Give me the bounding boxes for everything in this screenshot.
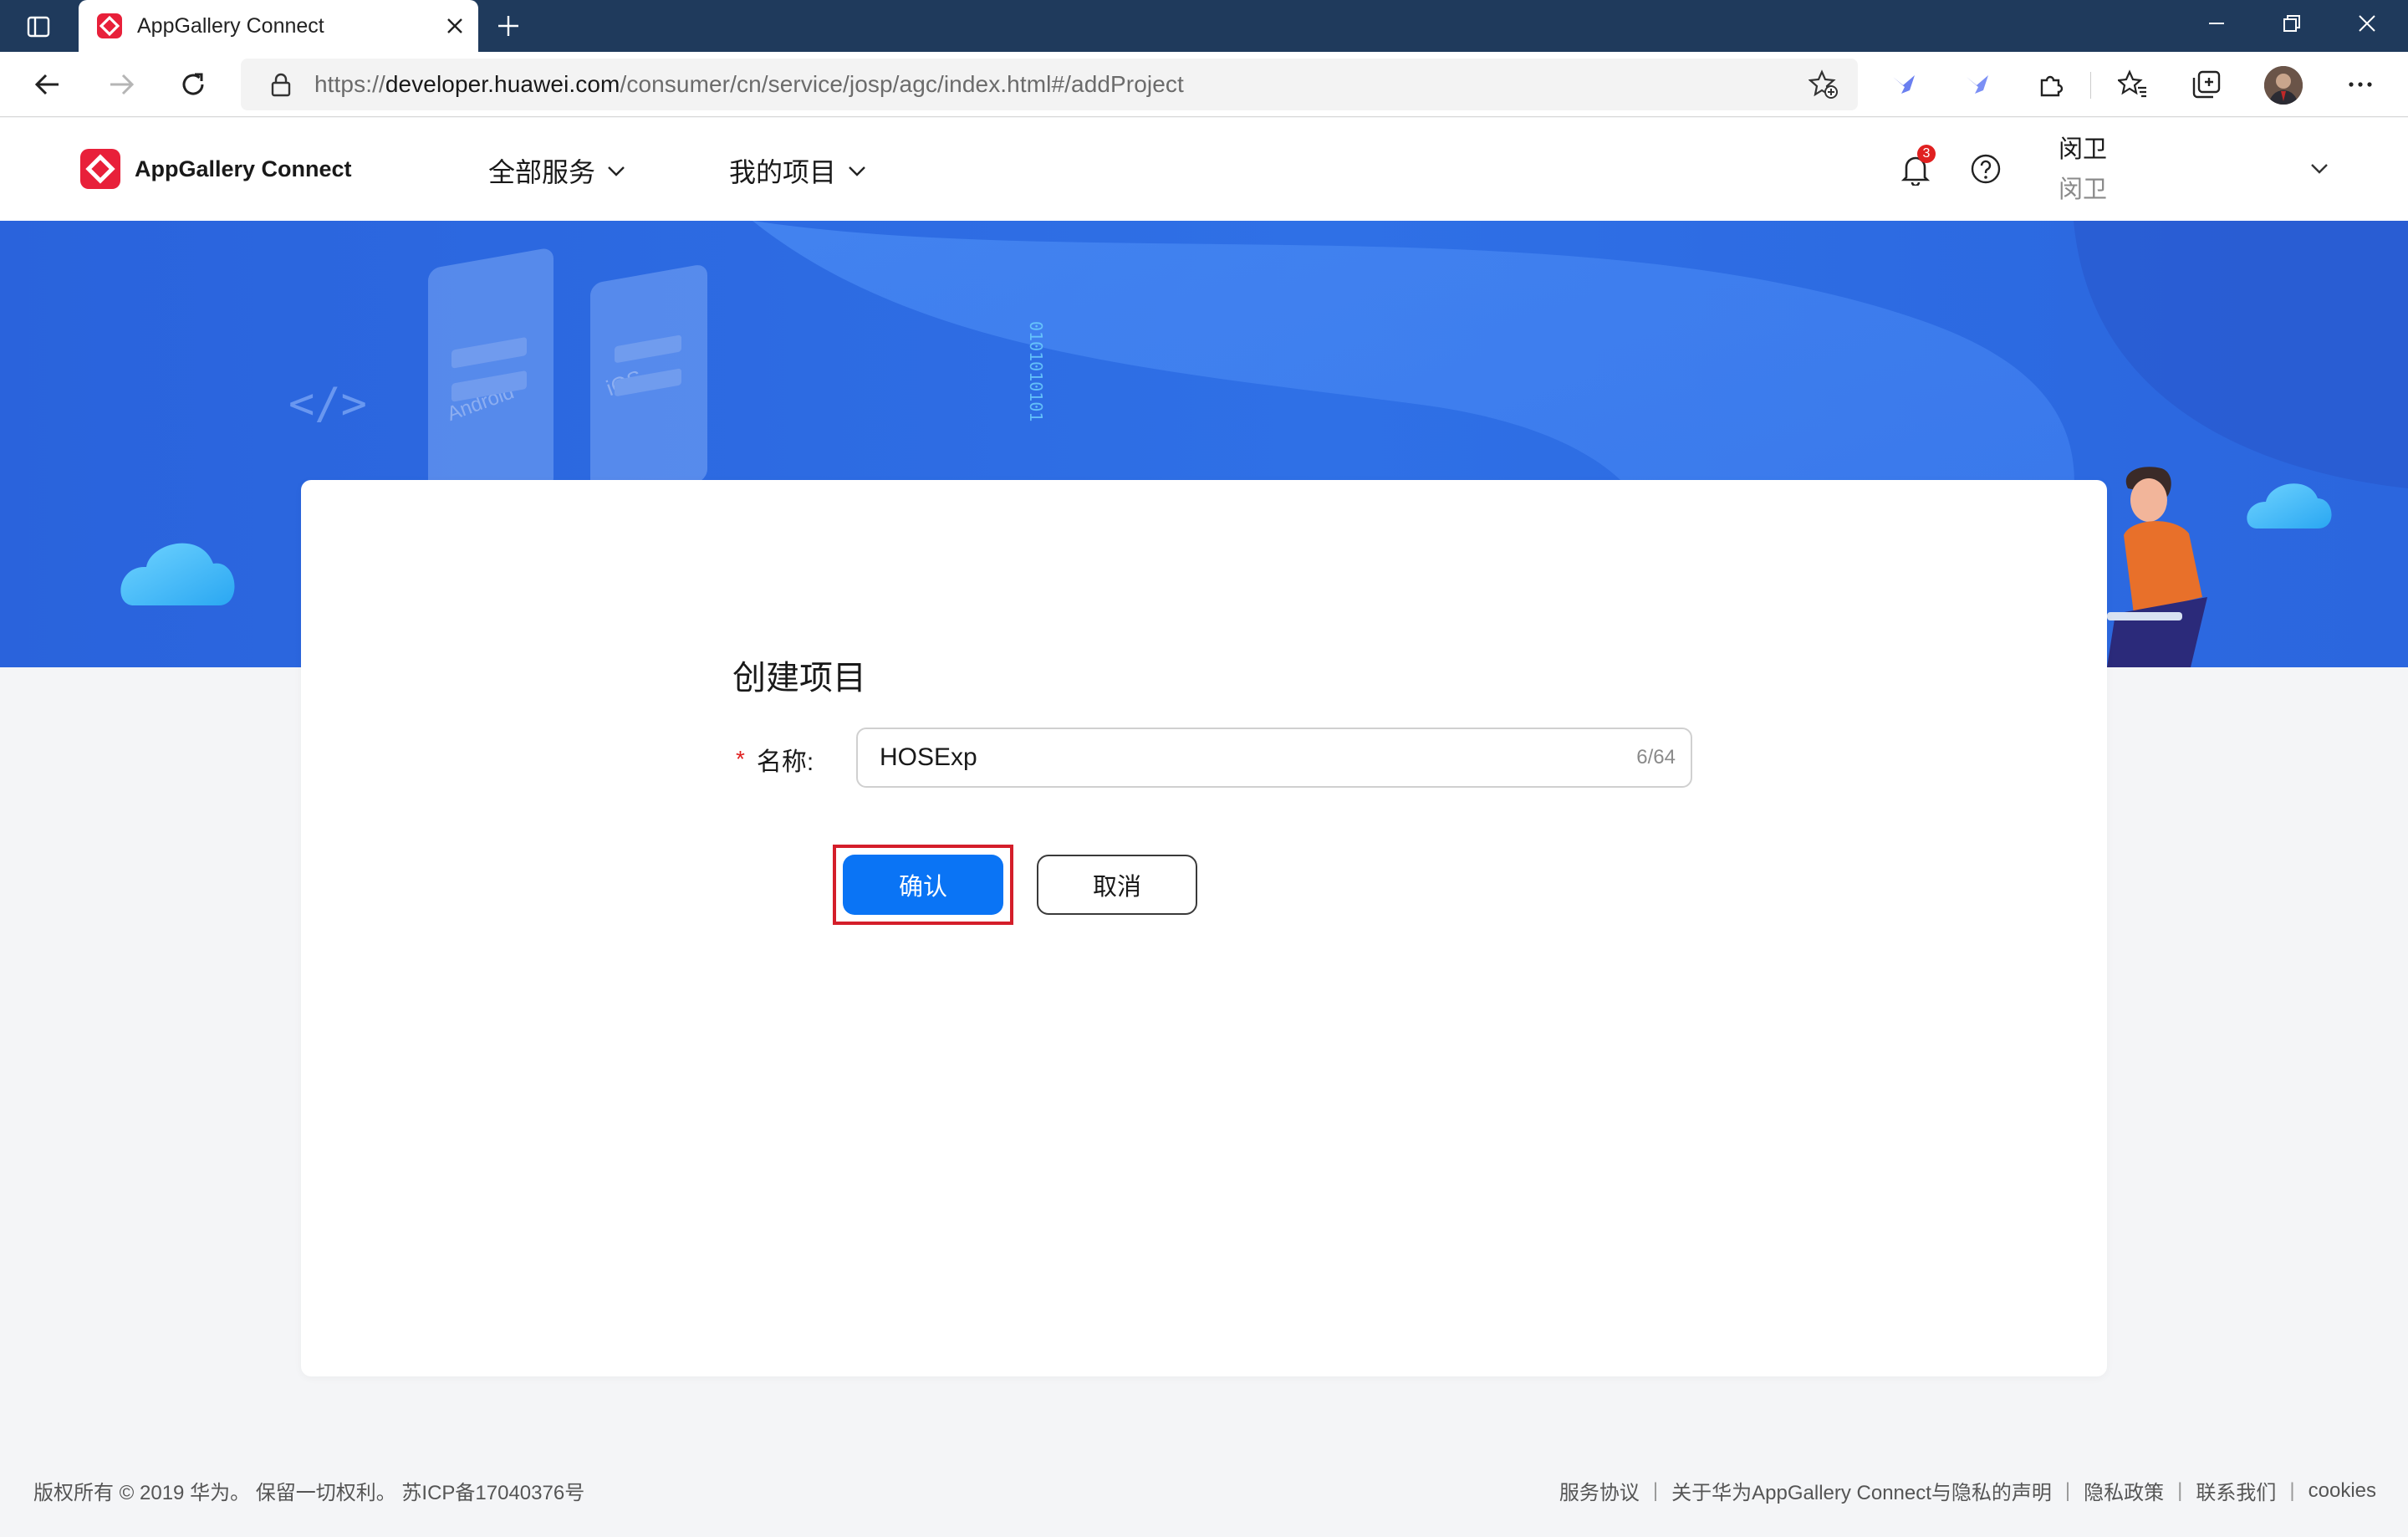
address-bar[interactable]: https://developer.huawei.com/consumer/cn… [241, 59, 1858, 110]
android-card: Android [428, 248, 554, 510]
footer-separator: | [2177, 1478, 2183, 1502]
footer-separator: | [1652, 1478, 1659, 1502]
more-menu-icon[interactable] [2341, 65, 2380, 104]
appgallery-logo-icon [79, 148, 121, 190]
lock-icon[interactable] [264, 68, 298, 101]
extensions-puzzle-icon[interactable] [2032, 65, 2070, 104]
extension-bird-icon[interactable] [1885, 65, 1923, 104]
ios-card: iOS [590, 265, 707, 500]
add-favorite-icon[interactable] [1804, 65, 1843, 104]
notification-bell-icon[interactable]: 3 [1896, 145, 1936, 188]
binary-strip: 0101010101 [1026, 321, 1046, 421]
footer-link-contact[interactable]: 联系我们 [2196, 1476, 2276, 1505]
tab-title: AppGallery Connect [137, 13, 324, 38]
collections-icon[interactable] [2187, 65, 2226, 104]
required-mark: * [736, 746, 745, 772]
footer-links: 服务协议 | 关于华为AppGallery Connect与隐私的声明 | 隐私… [1559, 1476, 2376, 1505]
user-name[interactable]: 闵卫 [2059, 130, 2107, 165]
confirm-button[interactable]: 确认 [843, 855, 1003, 915]
footer-link-cookies[interactable]: cookies [2309, 1479, 2376, 1503]
url-text[interactable]: https://developer.huawei.com/consumer/cn… [314, 71, 1804, 98]
brand-logo-link[interactable]: AppGallery Connect [79, 148, 352, 190]
reload-icon[interactable] [174, 65, 212, 104]
project-name-value[interactable]: HOSExp [880, 743, 1636, 772]
toolbar-divider [2090, 72, 2091, 99]
nav-my-projects[interactable]: 我的项目 [729, 151, 868, 190]
extension-bird-2-icon[interactable] [1958, 65, 1997, 104]
minimize-icon[interactable] [2179, 0, 2254, 47]
nav-all-services[interactable]: 全部服务 [488, 151, 627, 190]
profile-avatar[interactable] [2264, 66, 2303, 105]
char-counter: 6/64 [1636, 746, 1676, 768]
footer-separator: | [2289, 1478, 2295, 1502]
tab-close-icon[interactable] [438, 9, 472, 43]
browser-tab-active[interactable]: AppGallery Connect [79, 0, 478, 52]
nav-all-services-label: 全部服务 [488, 157, 596, 187]
footer-separator: | [2064, 1478, 2071, 1502]
name-label-text: 名称: [756, 748, 814, 776]
appgallery-favicon-icon [95, 12, 124, 40]
help-question-icon[interactable] [1967, 150, 2005, 188]
user-account-name: 闵卫 [2059, 176, 2108, 203]
brand-name: AppGallery Connect [135, 156, 352, 181]
app-header: AppGallery Connect 全部服务 我的项目 3 闵卫 闵卫 [0, 118, 2408, 221]
chevron-down-icon [608, 166, 625, 176]
restore-icon[interactable] [2254, 0, 2329, 47]
browser-title-bar: AppGallery Connect [0, 0, 2408, 52]
cancel-button[interactable]: 取消 [1037, 855, 1197, 915]
footer-copyright: 版权所有 © 2019 华为。 保留一切权利。 苏ICP备17040376号 [33, 1482, 585, 1504]
code-symbol: </> [288, 379, 367, 429]
favorites-icon[interactable] [2114, 65, 2152, 104]
notification-badge: 3 [1917, 145, 1936, 163]
new-tab-plus-icon[interactable] [492, 9, 525, 43]
close-window-icon[interactable] [2329, 0, 2405, 47]
footer-link-privacy-statement[interactable]: 关于华为AppGallery Connect与隐私的声明 [1671, 1476, 2052, 1505]
nav-my-projects-label: 我的项目 [729, 157, 837, 187]
code-symbol-text: </> [288, 379, 367, 429]
chevron-down-icon [849, 166, 865, 176]
page-title: 创建项目 [732, 660, 866, 697]
back-arrow-icon[interactable] [28, 65, 67, 104]
browser-toolbar: https://developer.huawei.com/consumer/cn… [0, 52, 2408, 117]
project-name-input[interactable]: HOSExp 6/64 [856, 728, 1692, 788]
footer-link-privacy-policy[interactable]: 隐私政策 [2084, 1476, 2164, 1505]
create-project-card: 创建项目 * 名称: HOSExp 6/64 确认 取消 [301, 480, 2107, 1376]
footer-link-terms[interactable]: 服务协议 [1559, 1476, 1640, 1505]
name-field-label: * 名称: [736, 741, 814, 778]
tab-actions-icon[interactable] [22, 10, 55, 43]
user-menu-chevron-icon[interactable] [2306, 155, 2333, 181]
forward-arrow-icon[interactable] [102, 65, 140, 104]
